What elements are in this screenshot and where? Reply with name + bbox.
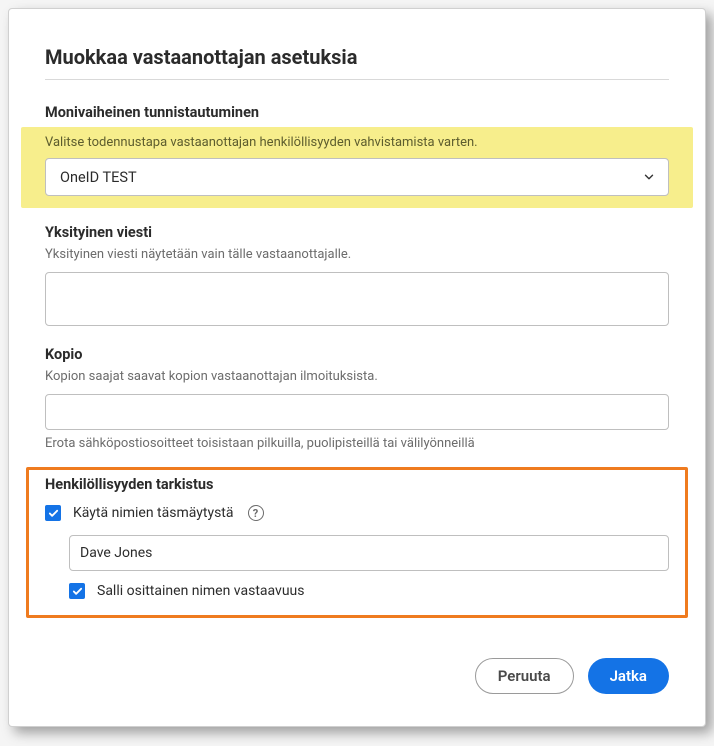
dialog-title: Muokkaa vastaanottajan asetuksia xyxy=(45,45,669,69)
name-match-input[interactable] xyxy=(69,535,669,571)
identity-check-label: Henkilöllisyyden tarkistus xyxy=(45,476,669,493)
private-message-help: Yksityinen viesti näytetään vain tälle v… xyxy=(45,247,669,262)
dialog-footer: Peruuta Jatka xyxy=(45,658,669,694)
name-input-wrap xyxy=(69,535,669,571)
chevron-down-icon xyxy=(642,170,656,184)
identity-check-section: Henkilöllisyyden tarkistus Käytä nimien … xyxy=(26,467,688,618)
allow-partial-row: Salli osittainen nimen vastaavuus xyxy=(69,583,669,599)
copy-hint: Erota sähköpostiosoitteet toisistaan pil… xyxy=(45,436,669,451)
mfa-highlight: Valitse todennustapa vastaanottajan henk… xyxy=(21,127,693,208)
copy-email-input[interactable] xyxy=(45,394,669,430)
auth-method-select[interactable]: OneID TEST xyxy=(45,158,669,196)
continue-button[interactable]: Jatka xyxy=(588,658,669,694)
mfa-help-text: Valitse todennustapa vastaanottajan henk… xyxy=(45,135,669,150)
private-message-section: Yksityinen viesti Yksityinen viesti näyt… xyxy=(45,224,669,330)
allow-partial-label: Salli osittainen nimen vastaavuus xyxy=(97,583,304,599)
allow-partial-checkbox[interactable] xyxy=(69,583,85,599)
use-name-match-label: Käytä nimien täsmäytystä xyxy=(73,505,234,521)
private-message-input[interactable] xyxy=(45,272,669,326)
cancel-button[interactable]: Peruuta xyxy=(475,658,574,694)
edit-recipient-settings-dialog: Muokkaa vastaanottajan asetuksia Monivai… xyxy=(8,8,706,727)
use-name-match-row: Käytä nimien täsmäytystä ? xyxy=(45,505,669,521)
copy-section: Kopio Kopion saajat saavat kopion vastaa… xyxy=(45,346,669,451)
checkmark-icon xyxy=(72,586,83,597)
private-message-label: Yksityinen viesti xyxy=(45,224,669,241)
auth-method-selected: OneID TEST xyxy=(60,169,137,186)
divider xyxy=(45,79,669,80)
checkmark-icon xyxy=(48,508,59,519)
use-name-match-checkbox[interactable] xyxy=(45,505,61,521)
mfa-label: Monivaiheinen tunnistautuminen xyxy=(45,104,669,121)
copy-help: Kopion saajat saavat kopion vastaanottaj… xyxy=(45,369,669,384)
mfa-section: Monivaiheinen tunnistautuminen Valitse t… xyxy=(45,104,669,208)
info-icon[interactable]: ? xyxy=(248,505,264,521)
copy-label: Kopio xyxy=(45,346,669,363)
